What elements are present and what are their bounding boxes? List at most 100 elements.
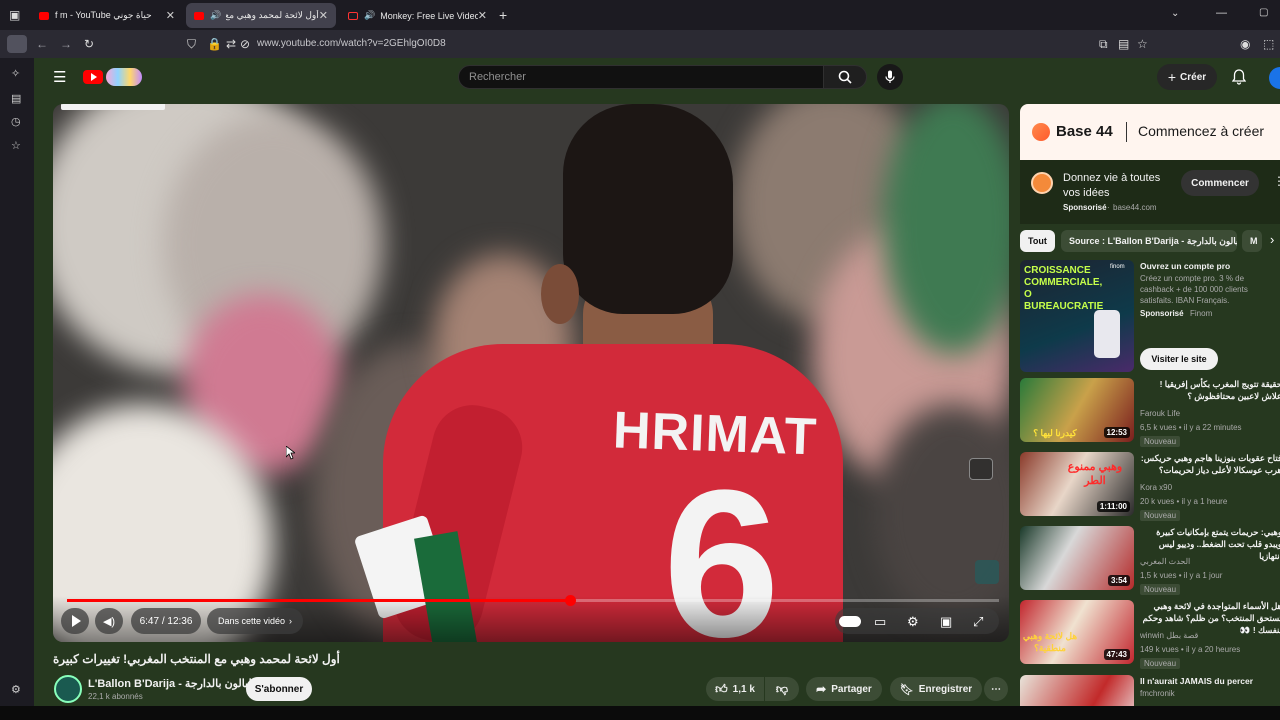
notifications-bell-icon[interactable] — [1232, 69, 1246, 85]
subtitles-icon[interactable]: ▭ — [874, 614, 886, 630]
channel-name[interactable]: L'Ballon B'Darija - البالون بالدارجة — [88, 677, 255, 690]
save-button[interactable]: 🔖︎ Enregistrer — [890, 677, 982, 701]
rec-channel[interactable]: fmchronik — [1140, 689, 1175, 698]
sponsored-thumbnail[interactable]: CROISSANCE COMMERCIALE, O BUREAUCRATIE f… — [1020, 260, 1134, 372]
list-item[interactable]: وهبي ممنوع الطر 1:11:00 فتاح عقوبات بنوز… — [1020, 452, 1280, 521]
video-duration: 47:43 — [1103, 649, 1130, 660]
more-actions-button[interactable]: ⋯ — [984, 677, 1008, 701]
voice-search-button[interactable] — [877, 64, 903, 90]
chevron-down-icon[interactable]: ⌄ — [1171, 8, 1179, 19]
autoplay-blocked-icon[interactable]: ⊘ — [240, 37, 250, 51]
forward-icon[interactable]: → — [60, 37, 72, 51]
list-item[interactable]: كيدرنا ليها ؟ 12:53 حقيقة تتويج المغرب ب… — [1020, 378, 1280, 447]
create-label: Créer — [1180, 71, 1207, 83]
chip-source-channel[interactable]: Source : L'Ballon B'Darija - البالون بال… — [1061, 230, 1237, 252]
url-field[interactable]: www.youtube.com/watch?v=2GEhlgOI0D8 — [257, 38, 446, 49]
sidebar-toggle-icon[interactable] — [7, 35, 27, 53]
thumbs-up-icon: 👍︎ — [715, 681, 728, 696]
subscribe-button[interactable]: S'abonner — [246, 677, 312, 701]
dislike-button[interactable]: 👎︎ — [765, 677, 799, 701]
video-player[interactable]: HRIMAT 6 ◀) 6:47 / 12:36 Dans cette vidé… — [53, 104, 1009, 642]
lock-icon[interactable]: 🔒 — [207, 37, 222, 51]
channel-watermark-icon[interactable] — [975, 560, 999, 584]
close-icon[interactable]: ✕ — [478, 9, 487, 22]
tab-list-icon[interactable]: ▣ — [9, 8, 20, 22]
video-thumbnail[interactable]: كيدرنا ليها ؟ 12:53 — [1020, 378, 1134, 442]
list-item[interactable]: Il n'aurait JAMAIS du percer fmchronik — [1020, 675, 1280, 706]
extensions-icon[interactable]: ⬚ — [1263, 37, 1274, 51]
menu-icon[interactable]: ☰ — [53, 68, 66, 86]
permissions-icon[interactable]: ⇄ — [226, 37, 236, 51]
list-item[interactable]: 3:54 وهبي: حريمات يتمتع بإمكانيات كبيرة … — [1020, 526, 1280, 595]
create-button[interactable]: + Créer — [1157, 64, 1217, 90]
ai-chat-icon[interactable]: ✧ — [11, 67, 20, 80]
settings-gear-icon[interactable]: ⚙ — [907, 614, 919, 630]
youtube-logo[interactable] — [83, 68, 143, 88]
share-button[interactable]: ➦ Partager — [806, 677, 882, 701]
search-input[interactable]: Rechercher — [458, 65, 824, 89]
close-icon[interactable]: ✕ — [166, 9, 175, 22]
thumb-caption: هل لائحة وهبي منطقية؟ — [1022, 631, 1078, 653]
reload-icon[interactable]: ↻ — [84, 37, 94, 51]
doodle-icon — [106, 68, 142, 86]
new-tab-icon[interactable]: + — [499, 7, 507, 23]
theater-mode-icon[interactable]: ▣ — [940, 614, 952, 630]
rec-channel[interactable]: Kora x90 — [1140, 483, 1172, 492]
rec-meta: 149 k vues • il y a 20 heures — [1140, 645, 1241, 654]
chevron-right-icon[interactable]: › — [1270, 232, 1274, 247]
rec-channel[interactable]: Farouk Life — [1140, 409, 1180, 418]
rec-advertiser: Finom — [1190, 309, 1213, 318]
time-display: 6:47 / 12:36 — [131, 608, 201, 634]
list-item[interactable]: هل لائحة وهبي منطقية؟ 47:43 هل الأسماء ا… — [1020, 600, 1280, 669]
rec-title[interactable]: فتاح عقوبات بنوزينا هاجم وهبي حريكس: هرب… — [1140, 452, 1280, 476]
rec-cta-button[interactable]: Visiter le site — [1140, 348, 1218, 370]
avatar[interactable] — [1269, 67, 1280, 89]
pip-overlay-icon[interactable] — [969, 458, 993, 480]
settings-gear-icon[interactable]: ⚙ — [11, 683, 21, 696]
video-thumbnail[interactable] — [1020, 675, 1134, 706]
history-icon[interactable]: ◷ — [11, 115, 21, 128]
speaker-icon[interactable]: 🔊 — [210, 10, 221, 21]
rec-title[interactable]: Il n'aurait JAMAIS du percer — [1140, 675, 1280, 687]
ad-banner[interactable]: Base 44 Commencez à créer — [1020, 104, 1280, 160]
like-button[interactable]: 👍︎ 1,1 k — [706, 677, 764, 701]
rec-channel[interactable]: winwin قصة بطل — [1140, 631, 1198, 640]
reader-view-icon[interactable]: ▤ — [1118, 37, 1129, 51]
shield-icon[interactable]: ⛉ — [187, 37, 196, 52]
ad-cta-button[interactable]: Commencer — [1181, 170, 1259, 196]
video-thumbnail[interactable]: 3:54 — [1020, 526, 1134, 590]
picture-in-picture-icon[interactable]: ⧉ — [1099, 37, 1108, 52]
ad-card[interactable]: Donnez vie à toutes vos idées Sponsorisé… — [1020, 160, 1280, 224]
channel-avatar[interactable] — [54, 675, 82, 703]
search-button[interactable] — [823, 65, 867, 89]
chapter-button[interactable]: Dans cette vidéo › — [207, 608, 303, 634]
thumb-caption: كيدرنا ليها ؟ — [1033, 428, 1077, 438]
volume-button[interactable]: ◀) — [95, 608, 123, 634]
fullscreen-icon[interactable]: ⤢ — [973, 614, 983, 630]
account-icon[interactable]: ◉ — [1240, 37, 1250, 51]
synced-tabs-icon[interactable]: ▤ — [11, 92, 21, 105]
video-thumbnail[interactable]: هل لائحة وهبي منطقية؟ 47:43 — [1020, 600, 1134, 664]
sponsored-list-item[interactable]: CROISSANCE COMMERCIALE, O BUREAUCRATIE f… — [1020, 260, 1280, 374]
speaker-icon[interactable]: 🔊 — [364, 10, 375, 21]
video-thumbnail[interactable]: وهبي ممنوع الطر 1:11:00 — [1020, 452, 1134, 516]
rec-title[interactable]: Ouvrez un compte pro — [1140, 260, 1280, 272]
autoplay-toggle-icon[interactable] — [839, 616, 861, 627]
close-icon[interactable]: ✕ — [319, 9, 328, 22]
tab-current-video[interactable]: 🔊 أول لائحة لمحمد وهبي مع ا ✕ — [186, 3, 336, 28]
bookmarks-icon[interactable]: ☆ — [11, 139, 21, 152]
back-icon[interactable]: ← — [36, 37, 48, 51]
chip-all[interactable]: Tout — [1020, 230, 1055, 252]
progress-bar[interactable] — [67, 595, 999, 606]
rec-title[interactable]: حقيقة تتويج المغرب بكأس إفريقيا ! علاش ل… — [1140, 378, 1280, 402]
chevron-right-icon: › — [289, 616, 293, 626]
rec-channel[interactable]: الحدث المغربي — [1140, 557, 1190, 566]
bookmark-star-icon[interactable]: ☆ — [1137, 37, 1148, 51]
play-button[interactable] — [61, 608, 89, 634]
tab-monkey[interactable]: 🔊 Monkey: Free Live Video Ch ✕ — [340, 3, 495, 28]
chip-more[interactable]: M — [1242, 230, 1262, 252]
ad-more-icon[interactable]: ⋮ — [1273, 174, 1280, 188]
maximize-icon[interactable]: ▢ — [1259, 7, 1268, 18]
minimize-icon[interactable]: — — [1216, 7, 1227, 19]
tab-youtube-home[interactable]: حياة جوني f m - YouTube ✕ — [31, 3, 183, 28]
